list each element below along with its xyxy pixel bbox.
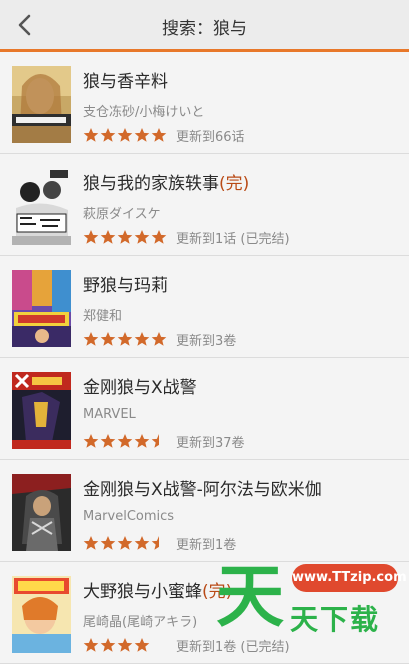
watermark-logo-char: 天 <box>216 558 285 637</box>
result-author: 萩原ダイスケ <box>83 207 161 222</box>
manga-cover[interactable] <box>12 66 71 143</box>
result-title[interactable]: 野狼与玛莉 <box>83 271 168 296</box>
page-title: 搜索：狼与 <box>162 19 247 39</box>
result-title[interactable]: 金刚狼与X战警 <box>83 373 197 398</box>
result-title[interactable]: 狼与香辛料 <box>83 67 168 92</box>
star-filled-icon <box>134 536 150 550</box>
update-status: 更新到66话 <box>176 129 245 145</box>
result-title[interactable]: 狼与我的家族轶事(完) <box>83 169 249 194</box>
star-filled-icon <box>100 332 116 346</box>
update-status: 更新到1卷 <box>176 537 237 553</box>
star-filled-icon <box>151 332 167 346</box>
star-filled-icon <box>134 332 150 346</box>
watermark-text: 天下载 <box>290 603 381 636</box>
star-filled-icon <box>117 434 133 448</box>
star-filled-icon <box>117 332 133 346</box>
manga-cover[interactable] <box>12 270 71 347</box>
star-filled-icon <box>83 332 99 346</box>
star-rating <box>83 331 168 347</box>
result-author: 尾崎晶(尾崎アキラ) <box>83 615 198 630</box>
star-rating <box>83 535 168 551</box>
star-filled-icon <box>100 536 116 550</box>
star-filled-icon <box>151 230 167 244</box>
update-status: 更新到37卷 <box>176 435 245 451</box>
list-item[interactable]: 狼与我的家族轶事(完) 萩原ダイスケ 更新到1话 (已完结) <box>0 154 409 256</box>
star-rating <box>83 229 168 245</box>
top-bar: 搜索：狼与 <box>0 0 409 52</box>
site-watermark: 天 www.TTzip.com 天下载 <box>216 556 409 651</box>
star-filled-icon <box>83 128 99 142</box>
update-status: 更新到1话 (已完结) <box>176 231 290 247</box>
star-filled-icon <box>117 230 133 244</box>
star-filled-icon <box>83 434 99 448</box>
star-filled-icon <box>83 536 99 550</box>
result-author: 郑健和 <box>83 309 123 324</box>
result-author: MarvelComics <box>83 509 175 524</box>
list-item[interactable]: 野狼与玛莉 郑健和 更新到3卷 <box>0 256 409 358</box>
manga-cover[interactable] <box>12 576 71 653</box>
star-filled-icon <box>134 230 150 244</box>
star-filled-icon <box>117 536 133 550</box>
update-status: 更新到3卷 <box>176 333 237 349</box>
star-filled-icon <box>117 128 133 142</box>
watermark-url: www.TTzip.com <box>292 564 407 592</box>
star-filled-icon <box>83 230 99 244</box>
star-filled-icon <box>151 128 167 142</box>
manga-cover[interactable] <box>12 168 71 245</box>
list-item[interactable]: 金刚狼与X战警-阿尔法与欧米伽 MarvelComics 更新到1卷 <box>0 460 409 562</box>
manga-cover[interactable] <box>12 372 71 449</box>
star-half-icon <box>151 536 167 550</box>
manga-cover[interactable] <box>12 474 71 551</box>
star-filled-icon <box>100 230 116 244</box>
result-author: MARVEL <box>83 407 136 422</box>
list-item[interactable]: 金刚狼与X战警 MARVEL 更新到37卷 <box>0 358 409 460</box>
star-half-icon <box>151 434 167 448</box>
result-author: 支仓冻砂/小梅けいと <box>83 105 205 120</box>
star-filled-icon <box>100 128 116 142</box>
result-title[interactable]: 大野狼与小蜜蜂(完) <box>83 577 232 602</box>
star-filled-icon <box>134 128 150 142</box>
list-item[interactable]: 狼与香辛料 支仓冻砂/小梅けいと 更新到66话 <box>0 52 409 154</box>
star-filled-icon <box>100 434 116 448</box>
star-filled-icon <box>134 434 150 448</box>
star-rating <box>83 127 168 143</box>
star-rating <box>83 433 168 449</box>
result-title[interactable]: 金刚狼与X战警-阿尔法与欧米伽 <box>83 475 322 500</box>
